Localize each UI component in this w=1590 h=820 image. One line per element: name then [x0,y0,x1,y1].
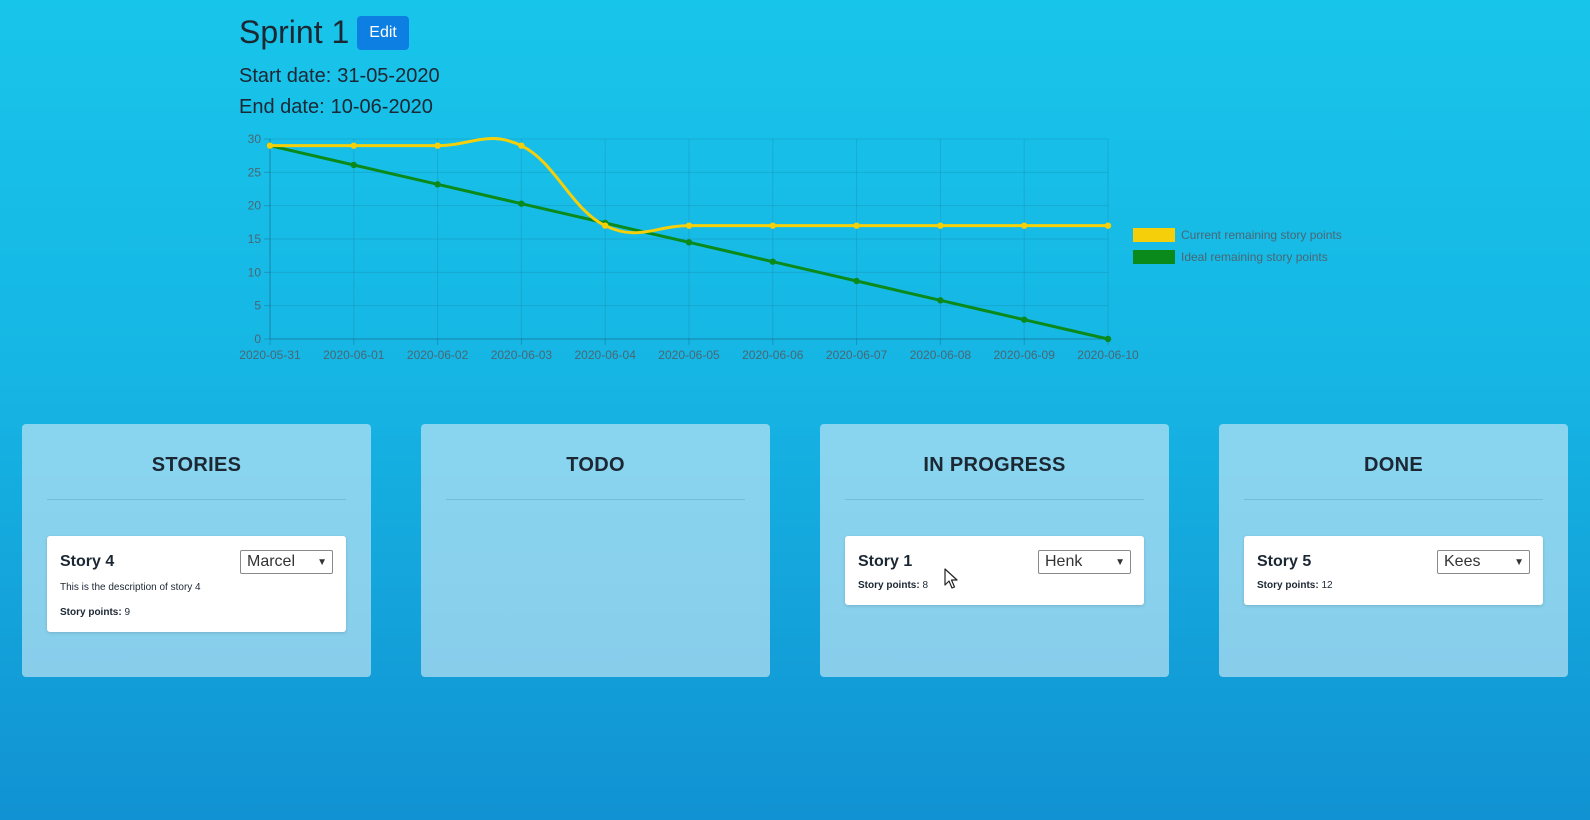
assignee-value: Henk [1045,553,1083,570]
start-date-value: 31-05-2020 [337,65,440,87]
legend-label-current: Current remaining story points [1181,228,1342,242]
story-card[interactable]: Story 5 Kees ▼ Story points: 12 [1244,536,1543,605]
y-tick-label: 15 [248,232,262,246]
assignee-value: Kees [1444,553,1481,570]
legend-item-ideal[interactable]: Ideal remaining story points [1133,246,1342,268]
assignee-select[interactable]: Kees ▼ [1437,550,1530,574]
data-point-current [937,222,944,229]
title-row: Sprint 1 Edit [239,14,440,51]
data-point-ideal [685,239,693,246]
y-tick-label: 30 [248,132,262,146]
card-header: Story 5 Kees ▼ [1257,550,1530,574]
y-tick-label: 0 [254,332,261,346]
card-description: This is the description of story 4 [60,582,201,593]
points-value: 12 [1321,580,1333,591]
x-tick-label: 2020-06-01 [323,348,385,362]
story-card[interactable]: Story 1 Henk ▼ Story points: 8 [845,536,1144,605]
data-point-ideal [350,161,357,169]
mouse-cursor-icon [944,568,958,589]
end-date: End date: 10-06-2020 [239,96,440,119]
points-value: 8 [922,580,929,591]
y-tick-label: 25 [248,165,262,179]
x-tick-label: 2020-06-10 [1077,348,1139,362]
y-tick-label: 20 [248,199,262,213]
end-date-value: 10-06-2020 [330,96,433,118]
column-stories: STORIES Story 4 Marcel ▼ This is the des… [22,424,371,677]
y-tick-label: 10 [248,265,262,279]
data-point-current [434,142,441,149]
column-title: IN PROGRESS [845,424,1144,500]
burndown-chart: 0 5 10 15 20 25 30 2020-05-31 2020-06-01 2020-06-… [239,132,1139,362]
data-point-ideal [769,258,776,265]
sprint-title: Sprint 1 [239,14,350,50]
data-point-current [1104,222,1112,229]
chevron-down-icon: ▼ [317,556,327,568]
data-point-current [685,222,693,229]
assignee-select[interactable]: Henk ▼ [1038,550,1131,574]
x-tick-label: 2020-06-03 [491,348,553,362]
data-point-ideal [518,200,525,207]
data-point-ideal [853,277,860,285]
assignee-select[interactable]: Marcel ▼ [240,550,333,574]
x-tick-label: 2020-06-06 [742,348,804,362]
kanban-board: STORIES Story 4 Marcel ▼ This is the des… [22,424,1568,677]
points-label: Story points: [858,580,920,591]
legend-label-ideal: Ideal remaining story points [1181,250,1328,264]
column-done: DONE Story 5 Kees ▼ Story points: 12 [1219,424,1568,677]
points-label: Story points: [60,607,122,618]
card-header: Story 4 Marcel ▼ [60,550,333,574]
data-point-current [1021,222,1028,229]
chevron-down-icon: ▼ [1115,556,1125,568]
story-card[interactable]: Story 4 Marcel ▼ This is the description… [47,536,346,632]
data-point-ideal [1104,335,1112,343]
x-tick-label: 2020-06-04 [575,348,637,362]
start-date: Start date: 31-05-2020 [239,65,440,88]
y-tick-label: 5 [254,299,261,313]
x-tick-label: 2020-06-02 [407,348,469,362]
card-title: Story 5 [1257,553,1312,570]
column-title: STORIES [47,424,346,500]
assignee-value: Marcel [247,553,296,570]
data-point-current [518,142,525,149]
legend-item-current[interactable]: Current remaining story points [1133,224,1342,246]
data-point-ideal [434,181,441,188]
column-title: TODO [446,424,745,500]
x-tick-label: 2020-06-07 [826,348,888,362]
start-date-label: Start date: [239,65,332,87]
data-point-ideal [1021,316,1028,323]
legend-swatch-ideal [1133,250,1175,264]
column-todo: TODO [421,424,770,677]
card-title: Story 4 [60,553,115,570]
card-title: Story 1 [858,553,913,570]
data-point-current [350,142,357,149]
x-tick-label: 2020-06-05 [658,348,720,362]
data-point-current [266,142,274,149]
column-in-progress: IN PROGRESS Story 1 Henk ▼ Story points:… [820,424,1169,677]
points-label: Story points: [1257,580,1319,591]
data-point-current [853,222,860,229]
chart-legend: Current remaining story points Ideal rem… [1133,224,1342,268]
end-date-label: End date: [239,96,325,118]
card-points: Story points: 8 [858,580,1131,591]
edit-button[interactable]: Edit [357,15,409,50]
card-points: Story points: 9 [60,607,333,618]
sprint-header: Sprint 1 Edit Start date: 31-05-2020 End … [239,14,440,119]
card-header: Story 1 Henk ▼ [858,550,1131,574]
data-point-current [769,222,776,229]
x-tick-label: 2020-05-31 [239,348,301,362]
chevron-down-icon: ▼ [1514,556,1524,568]
legend-swatch-current [1133,228,1175,242]
card-points: Story points: 12 [1257,580,1530,591]
points-value: 9 [124,607,131,618]
x-tick-label: 2020-06-08 [910,348,972,362]
data-point-current [602,222,609,229]
x-tick-label: 2020-06-09 [994,348,1056,362]
data-point-ideal [937,297,944,304]
column-title: DONE [1244,424,1543,500]
